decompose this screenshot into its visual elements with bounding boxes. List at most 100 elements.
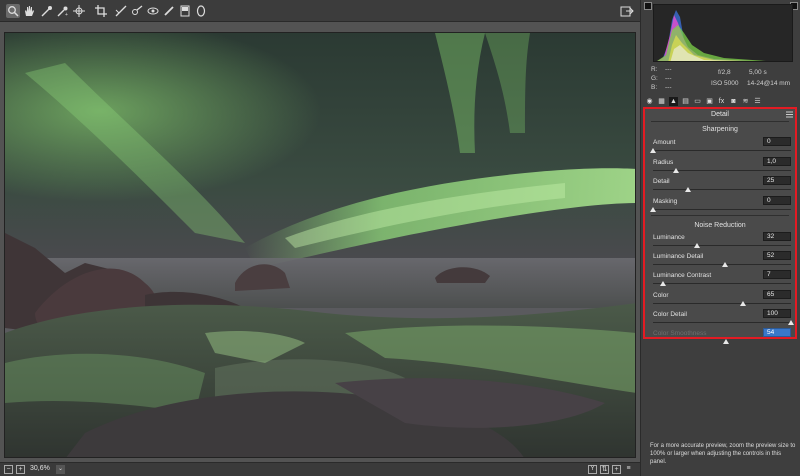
slider-value-input[interactable]: 100 — [763, 308, 791, 318]
lens: 14-24@14 mm — [747, 80, 791, 87]
slider-row: Radius 1,0 — [653, 156, 791, 178]
slider-track[interactable] — [653, 302, 791, 304]
sharpening-title: Sharpening — [702, 126, 738, 133]
slider-thumb[interactable] — [650, 148, 656, 153]
r-label: R: — [651, 66, 658, 73]
presets-icon[interactable]: ≋ — [741, 97, 750, 106]
slider-label: Color — [653, 291, 669, 299]
camera-info: R: --- G: --- B: --- f/2,8 5,00 s ISO 50… — [651, 66, 796, 94]
slider-track[interactable] — [653, 208, 791, 210]
tone-curve-icon[interactable]: ▦ — [657, 97, 666, 106]
slider-row: Masking 0 — [650, 195, 791, 217]
slider-value-input[interactable]: 65 — [763, 289, 791, 299]
slider-thumb[interactable] — [788, 319, 794, 325]
slider-thumb[interactable] — [650, 206, 656, 212]
radial-filter-icon[interactable] — [194, 4, 208, 18]
iso: ISO 5000 — [711, 80, 739, 87]
slider-value-input[interactable]: 1,0 — [763, 156, 791, 166]
slider-track[interactable] — [653, 189, 791, 190]
slider-value-input[interactable]: 25 — [763, 176, 791, 185]
basic-icon[interactable]: ◉ — [645, 97, 654, 106]
slider-thumb[interactable] — [739, 300, 746, 306]
slider-value-input[interactable]: 0 — [763, 195, 791, 205]
color-sampler-icon[interactable]: + — [56, 4, 70, 18]
slider-label: Radius — [653, 158, 674, 166]
tool-bar: + — [0, 0, 640, 22]
g-label: G: — [651, 75, 658, 82]
slider-thumb[interactable] — [673, 167, 680, 173]
slider-thumb[interactable] — [723, 339, 729, 344]
slider-row: Color 65 — [653, 289, 791, 311]
white-balance-icon[interactable] — [40, 4, 54, 18]
b-value: --- — [665, 84, 672, 91]
slider-track[interactable] — [653, 150, 791, 151]
slider-label: Amount — [653, 139, 676, 146]
calibration-icon[interactable]: ◙ — [729, 97, 738, 106]
shadow-clipping-icon[interactable] — [644, 2, 652, 10]
slider-label: Color Detail — [653, 310, 687, 318]
crop-icon[interactable] — [94, 4, 108, 18]
slider-thumb[interactable] — [721, 262, 728, 268]
slider-label: Luminance — [653, 234, 685, 241]
slider-track[interactable] — [653, 245, 791, 246]
shutter-speed: 5,00 s — [749, 69, 767, 76]
slider-row: Luminance Detail 52 — [653, 251, 791, 272]
panel-menu-icon[interactable] — [786, 111, 793, 118]
slider-track[interactable] — [653, 321, 791, 323]
info-note: For a more accurate preview, zoom the pr… — [650, 443, 796, 465]
spot-removal-icon[interactable] — [130, 4, 144, 18]
detail-icon[interactable]: ▲ — [669, 97, 678, 106]
straighten-icon[interactable] — [114, 4, 128, 18]
targeted-adjustment-icon[interactable] — [72, 4, 86, 18]
panel-tabs: ◉ ▦ ▲ ▤ ▭ ▣ fx ◙ ≋ ☰ — [645, 97, 797, 107]
slider-value-input[interactable]: 7 — [763, 270, 791, 280]
slider-row: Amount 0 — [650, 137, 791, 158]
panel-title: Detail — [711, 111, 729, 118]
slider-label: Luminance Detail — [653, 253, 704, 261]
slider-value-input[interactable]: 52 — [763, 251, 791, 261]
zoom-out-icon[interactable]: − — [4, 465, 13, 474]
slider-track[interactable] — [653, 283, 791, 285]
slider-row: Color Smoothness 54 — [653, 328, 791, 349]
aurora-photo[interactable] — [4, 32, 636, 458]
zoom-dropdown[interactable]: ⌄ — [56, 465, 65, 474]
slider-row: Detail 25 — [653, 176, 791, 197]
slider-value-input[interactable]: 32 — [763, 232, 791, 241]
red-eye-icon[interactable] — [146, 4, 160, 18]
slider-label: Color Smoothness — [653, 330, 707, 337]
slider-label: Luminance Contrast — [653, 272, 712, 280]
slider-label: Masking — [653, 197, 678, 205]
slider-value-input[interactable]: 0 — [763, 137, 791, 146]
svg-text:+: + — [65, 12, 68, 17]
hsl-icon[interactable]: ▤ — [681, 97, 690, 106]
export-icon[interactable] — [620, 4, 634, 18]
split-toning-icon[interactable]: ▭ — [693, 97, 702, 106]
adjustment-brush-icon[interactable] — [162, 4, 176, 18]
before-after-y-button[interactable]: Y — [588, 465, 597, 474]
menu-icon[interactable]: ≡ — [624, 465, 633, 474]
snapshots-icon[interactable]: ☰ — [753, 97, 762, 106]
divider — [651, 215, 789, 216]
slider-label: Detail — [653, 178, 670, 185]
slider-value-input[interactable]: 54 — [763, 328, 791, 337]
detail-panel: Detail Sharpening Amount 0 Radius 1,0 Detail… — [643, 107, 797, 339]
slider-thumb[interactable] — [684, 187, 691, 192]
slider-thumb[interactable] — [659, 281, 666, 287]
hand-icon[interactable] — [22, 4, 36, 18]
plus-icon[interactable]: + — [612, 465, 621, 474]
effects-icon[interactable]: fx — [717, 97, 726, 106]
zoom-in-icon[interactable]: + — [16, 465, 25, 474]
slider-row: Luminance 32 — [653, 232, 791, 253]
histogram — [653, 4, 793, 62]
zoom-icon[interactable] — [6, 4, 20, 18]
slider-thumb[interactable] — [694, 243, 701, 248]
slider-row: Color Detail 100 — [653, 308, 794, 330]
divider — [651, 121, 789, 122]
preview-area[interactable] — [0, 22, 640, 462]
graduated-filter-icon[interactable] — [178, 4, 192, 18]
zoom-level: 30,6% — [30, 465, 50, 472]
lens-icon[interactable]: ▣ — [705, 97, 714, 106]
noise-reduction-title: Noise Reduction — [694, 222, 746, 229]
before-after-icon[interactable]: ⇅ — [600, 465, 609, 474]
aperture: f/2,8 — [718, 69, 731, 76]
